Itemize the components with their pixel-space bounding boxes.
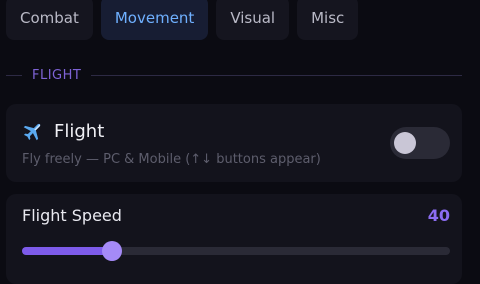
section-header-flight: FLIGHT [6, 66, 462, 84]
tab-combat[interactable]: Combat [6, 0, 93, 40]
tab-visual[interactable]: Visual [216, 0, 290, 40]
toggle-knob [394, 132, 416, 154]
flight-description: Fly freely — PC & Mobile (↑↓ buttons app… [22, 152, 321, 167]
flight-speed-slider[interactable] [22, 241, 450, 261]
slider-thumb[interactable] [101, 241, 122, 261]
flight-speed-card: Flight Speed 40 [6, 194, 462, 284]
flight-title-row: Flight [22, 120, 104, 142]
section-divider-right [91, 74, 462, 76]
airplane-icon [22, 120, 44, 142]
flight-speed-value: 40 [427, 206, 450, 225]
tab-movement[interactable]: Movement [100, 0, 209, 40]
section-title: FLIGHT [32, 67, 82, 83]
flight-speed-label: Flight Speed [22, 206, 122, 225]
flight-toggle[interactable] [390, 127, 450, 159]
section-divider-left [6, 74, 22, 76]
flight-title: Flight [54, 120, 105, 142]
tab-misc[interactable]: Misc [297, 0, 359, 40]
tab-bar: Combat Movement Visual Misc [6, 0, 359, 44]
flight-toggle-card: Flight Fly freely — PC & Mobile (↑↓ butt… [6, 104, 462, 182]
slider-fill [22, 247, 112, 255]
